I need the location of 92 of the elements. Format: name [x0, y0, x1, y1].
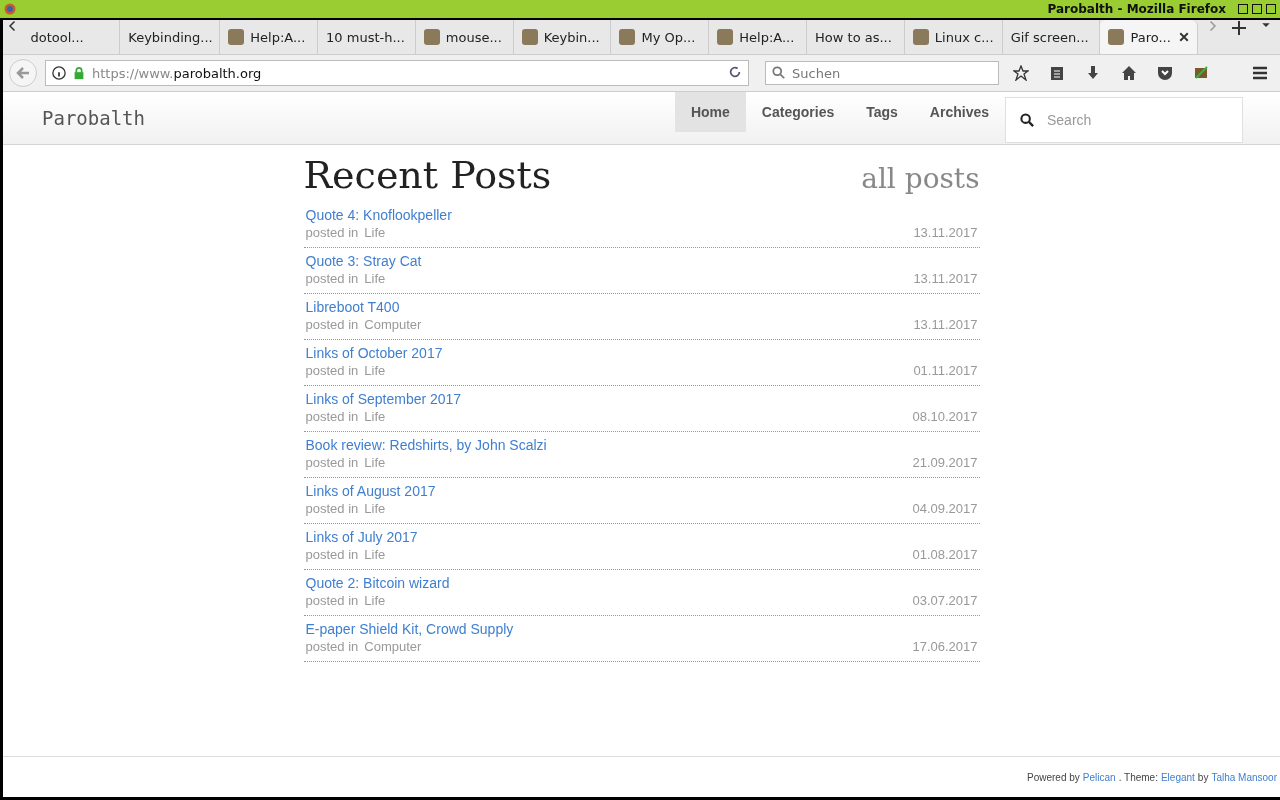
post-date: 13.11.2017: [913, 317, 978, 332]
category-link[interactable]: Life: [364, 593, 386, 608]
arrow-left-icon: [15, 65, 31, 81]
posted-in-label: posted in: [305, 225, 359, 240]
browser-tab[interactable]: Keybinding...: [120, 20, 221, 54]
posted-in-label: posted in: [305, 547, 359, 562]
post-date: 04.09.2017: [912, 501, 978, 516]
browser-tab[interactable]: Help:A...: [220, 20, 319, 54]
page-heading: Recent Posts: [303, 153, 552, 197]
post-title-link[interactable]: Links of October 2017: [305, 345, 978, 361]
nav-link[interactable]: Home: [674, 92, 746, 132]
favicon-icon: [717, 29, 734, 45]
browser-tab[interactable]: Keybin...: [513, 20, 612, 54]
post-title-link[interactable]: Quote 4: Knoflookpeller: [305, 207, 978, 223]
url-field[interactable]: https://www.parobalth.org: [45, 60, 749, 86]
browser-tab[interactable]: Linux c...: [904, 20, 1003, 54]
category-link[interactable]: Life: [364, 363, 386, 378]
category-link[interactable]: Life: [364, 271, 386, 286]
post-title-link[interactable]: Links of August 2017: [305, 483, 978, 499]
browser-logo-icon: [4, 3, 16, 15]
search-icon: [772, 66, 786, 80]
category-link[interactable]: Life: [364, 225, 386, 240]
pocket-icon: [1157, 65, 1173, 81]
posted-in-label: posted in: [305, 501, 359, 516]
reload-icon: [728, 64, 742, 79]
back-button[interactable]: [9, 59, 37, 87]
footer-link[interactable]: Elegant: [1160, 771, 1195, 783]
browser-tab[interactable]: dotool...: [22, 20, 121, 54]
posted-in-label: posted in: [305, 455, 359, 470]
browser-tab[interactable]: My Op...: [611, 20, 710, 54]
home-icon: [1121, 65, 1137, 81]
plus-icon: [1231, 20, 1248, 36]
post-date: 21.09.2017: [912, 455, 978, 470]
post-date: 03.07.2017: [912, 593, 978, 608]
post-date: 13.11.2017: [913, 225, 978, 240]
post-title-link[interactable]: Libreboot T400: [305, 299, 978, 315]
posted-in-label: posted in: [305, 639, 359, 654]
footer-text: . Theme:: [1118, 771, 1158, 783]
footer-text: Powered by: [1027, 771, 1080, 783]
category-link[interactable]: Life: [364, 409, 386, 424]
post-title-link[interactable]: Links of September 2017: [305, 391, 978, 407]
footer-text: by: [1197, 771, 1209, 783]
post-date: 08.10.2017: [912, 409, 978, 424]
category-link[interactable]: Life: [364, 455, 386, 470]
post-date: 13.11.2017: [913, 271, 978, 286]
browser-tab[interactable]: Paro...: [1100, 20, 1199, 54]
site-title[interactable]: Parobalth: [42, 107, 145, 129]
url-text: https://www.parobalth.org: [92, 65, 262, 81]
all-posts-link[interactable]: all posts: [861, 162, 980, 195]
favicon-icon: [228, 29, 245, 45]
post-title-link[interactable]: Book review: Redshirts, by John Scalzi: [305, 437, 978, 453]
post-title-link[interactable]: Links of July 2017: [305, 529, 978, 545]
footer-link[interactable]: Talha Mansoor: [1211, 771, 1277, 783]
search-icon: [1020, 112, 1035, 128]
browser-search-field[interactable]: Suchen: [765, 61, 999, 85]
star-icon: [1013, 65, 1029, 81]
favicon-icon: [423, 29, 440, 45]
post-title-link[interactable]: Quote 2: Bitcoin wizard: [305, 575, 978, 591]
posted-in-label: posted in: [305, 317, 359, 332]
posted-in-label: posted in: [305, 271, 359, 286]
lock-icon: [72, 66, 86, 80]
favicon-icon: [619, 29, 636, 45]
site-search-field[interactable]: Search: [1005, 97, 1243, 143]
category-link[interactable]: Computer: [364, 317, 422, 332]
favicon-icon: [1108, 29, 1125, 45]
clipboard-icon: [1049, 65, 1065, 81]
nav-link[interactable]: Tags: [850, 92, 914, 132]
post-date: 17.06.2017: [912, 639, 978, 654]
extension-icon: [1193, 65, 1209, 81]
window-title: Parobalth - Mozilla Firefox: [1047, 2, 1226, 16]
favicon-icon: [912, 29, 929, 45]
footer-link[interactable]: Pelican: [1082, 771, 1116, 783]
browser-tab[interactable]: How to as...: [807, 20, 905, 54]
nav-link[interactable]: Archives: [913, 92, 1005, 132]
posted-in-label: posted in: [305, 363, 359, 378]
post-date: 01.11.2017: [913, 363, 978, 378]
info-icon: [52, 66, 66, 80]
post-title-link[interactable]: E-paper Shield Kit, Crowd Supply: [305, 621, 978, 637]
category-link[interactable]: Life: [364, 547, 386, 562]
favicon-icon: [521, 29, 538, 45]
browser-tab[interactable]: Help:A...: [709, 20, 808, 54]
nav-link[interactable]: Categories: [745, 92, 851, 132]
post-title-link[interactable]: Quote 3: Stray Cat: [305, 253, 978, 269]
browser-tab[interactable]: mouse...: [415, 20, 514, 54]
menu-icon: [1252, 65, 1268, 81]
browser-tab[interactable]: 10 must-h...: [318, 20, 416, 54]
posted-in-label: posted in: [305, 409, 359, 424]
category-link[interactable]: Computer: [364, 639, 422, 654]
post-date: 01.08.2017: [912, 547, 978, 562]
download-icon: [1085, 65, 1101, 81]
posted-in-label: posted in: [305, 593, 359, 608]
category-link[interactable]: Life: [364, 501, 386, 516]
